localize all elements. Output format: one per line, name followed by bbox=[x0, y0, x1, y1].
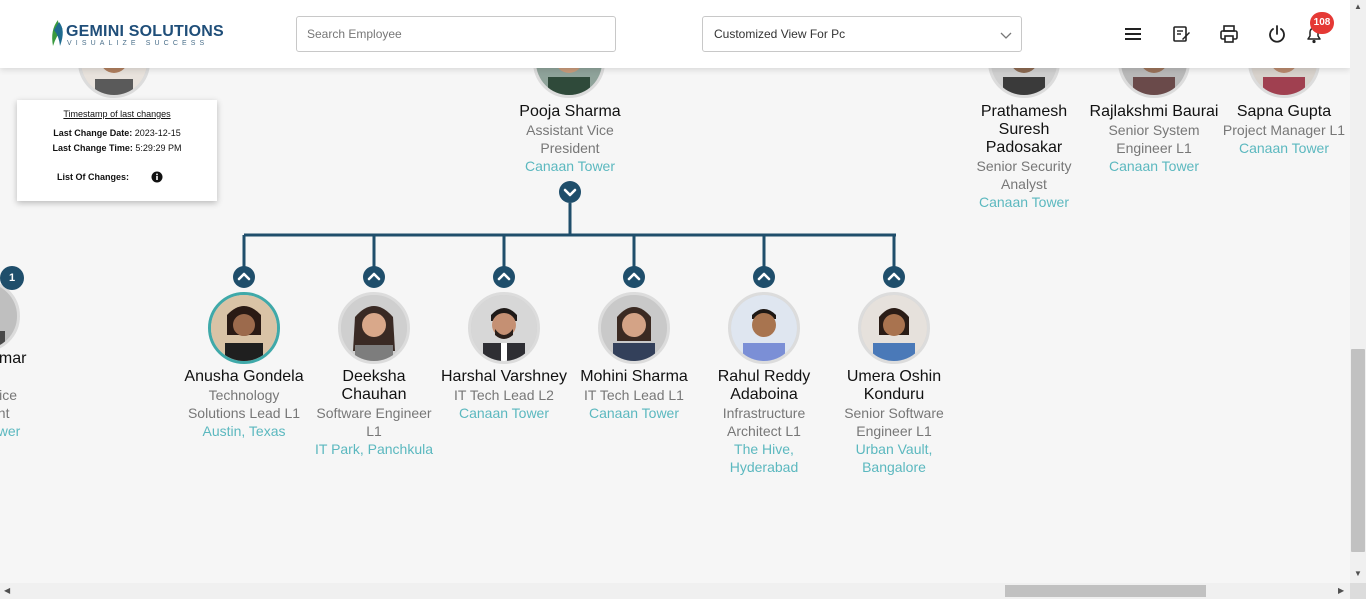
employee-location: The Hive, Hyderabad bbox=[729, 441, 799, 475]
employee-card[interactable]: Umera Oshin Konduru Senior Software Engi… bbox=[829, 368, 959, 476]
employee-name: Deeksha Chauhan bbox=[341, 368, 407, 403]
gemini-leaf-icon bbox=[52, 20, 63, 46]
avatar-deeksha-chauhan[interactable] bbox=[338, 292, 410, 364]
peer-role: Project Manager L1 bbox=[1222, 122, 1346, 138]
peer-name: Prathamesh Suresh Padosakar bbox=[980, 103, 1068, 156]
date-value: 2023-12-15 bbox=[134, 128, 181, 138]
edit-notes-icon[interactable] bbox=[1169, 22, 1193, 46]
expand-toggle-icon[interactable] bbox=[233, 266, 255, 288]
employee-location: Canaan Tower bbox=[458, 405, 550, 421]
expand-toggle-icon[interactable] bbox=[883, 266, 905, 288]
search-employee-input[interactable] bbox=[296, 16, 616, 52]
timestamp-panel: Timestamp of last changes Last Change Da… bbox=[17, 100, 217, 201]
peer-location: Canaan Tower bbox=[1238, 140, 1330, 156]
partial-name-2: ıt bbox=[0, 368, 26, 386]
employee-card[interactable]: Anusha Gondela Technology Solutions Lead… bbox=[179, 368, 309, 440]
employee-card[interactable]: Rahul Reddy Adaboina Infrastructure Arch… bbox=[699, 368, 829, 476]
peer-location: Canaan Tower bbox=[978, 194, 1070, 210]
app-header: GEMINI SOLUTIONS VISUALIZE SUCCESS Custo… bbox=[0, 0, 1350, 68]
horizontal-scroll-thumb[interactable] bbox=[1005, 585, 1206, 597]
partial-location: ower bbox=[0, 423, 21, 439]
menu-icon[interactable] bbox=[1121, 22, 1145, 46]
company-logo[interactable]: GEMINI SOLUTIONS VISUALIZE SUCCESS bbox=[47, 18, 224, 50]
avatar-anusha-gondela[interactable] bbox=[208, 292, 280, 364]
employee-role: Software Engineer L1 bbox=[316, 405, 432, 439]
chevron-down-icon bbox=[1000, 32, 1012, 39]
avatar-mohini-sharma[interactable] bbox=[598, 292, 670, 364]
employee-location: Urban Vault, Bangalore bbox=[855, 441, 933, 475]
employee-location: IT Park, Panchkula bbox=[314, 441, 434, 457]
employee-card[interactable]: Harshal Varshney IT Tech Lead L2 Canaan … bbox=[439, 368, 569, 422]
employee-role: Infrastructure Architect L1 bbox=[722, 405, 806, 439]
collapse-toggle-icon[interactable] bbox=[559, 181, 581, 203]
employee-role: Senior Software Engineer L1 bbox=[844, 405, 944, 439]
partial-name: umar bbox=[0, 350, 27, 367]
employee-card[interactable]: Deeksha Chauhan Software Engineer L1 IT … bbox=[309, 368, 439, 458]
power-icon[interactable] bbox=[1265, 22, 1289, 46]
manager-name: Pooja Sharma bbox=[519, 103, 621, 120]
logo-tagline: VISUALIZE SUCCESS bbox=[67, 40, 209, 47]
avatar-harshal-varshney[interactable] bbox=[468, 292, 540, 364]
employee-name: Rahul Reddy Adaboina bbox=[717, 368, 811, 403]
peer-card[interactable]: Sapna Gupta Project Manager L1 Canaan To… bbox=[1219, 103, 1349, 157]
employee-card[interactable]: Mohini Sharma IT Tech Lead L1 Canaan Tow… bbox=[569, 368, 699, 422]
expand-toggle-icon[interactable] bbox=[623, 266, 645, 288]
scroll-left-arrow-icon[interactable]: ◀ bbox=[4, 586, 10, 595]
info-icon[interactable] bbox=[151, 171, 163, 183]
view-select-value: Customized View For Pc bbox=[714, 27, 846, 41]
scroll-right-arrow-icon[interactable]: ▶ bbox=[1338, 586, 1344, 595]
employee-role: Technology Solutions Lead L1 bbox=[187, 387, 301, 421]
employee-name: Anusha Gondela bbox=[184, 368, 304, 385]
time-value: 5:29:29 PM bbox=[135, 143, 182, 153]
partial-role-2: ent bbox=[0, 405, 10, 421]
employee-name: Mohini Sharma bbox=[580, 368, 688, 385]
expand-toggle-icon[interactable] bbox=[363, 266, 385, 288]
manager-card[interactable]: Pooja Sharma Assistant Vice President Ca… bbox=[505, 103, 635, 175]
peer-name: Rajlakshmi Baurai bbox=[1089, 103, 1219, 120]
avatar-umera-oshin[interactable] bbox=[858, 292, 930, 364]
manager-role: Assistant Vice President bbox=[526, 122, 614, 156]
employee-location: Austin, Texas bbox=[202, 423, 286, 439]
date-label: Last Change Date: bbox=[53, 128, 133, 138]
list-of-changes-label: List Of Changes: bbox=[57, 172, 130, 182]
peer-card[interactable]: Prathamesh Suresh Padosakar Senior Secur… bbox=[959, 103, 1089, 211]
avatar-rahul-reddy[interactable] bbox=[728, 292, 800, 364]
org-chart-canvas[interactable]: Timestamp of last changes Last Change Da… bbox=[0, 0, 1350, 583]
partial-left-card[interactable]: umar ıt Vice ent ower bbox=[0, 350, 26, 440]
notification-badge[interactable]: 108 bbox=[1310, 12, 1334, 34]
peer-role: Senior Security Analyst bbox=[976, 158, 1072, 192]
last-change-time: Last Change Time: 5:29:29 PM bbox=[17, 143, 217, 153]
expand-toggle-icon[interactable] bbox=[493, 266, 515, 288]
time-label: Last Change Time: bbox=[52, 143, 133, 153]
scrollbar-corner bbox=[1350, 583, 1366, 599]
employee-role: IT Tech Lead L2 bbox=[454, 387, 554, 403]
partial-role: Vice bbox=[0, 387, 17, 403]
scroll-down-arrow-icon[interactable]: ▼ bbox=[1354, 569, 1362, 578]
last-change-date: Last Change Date: 2023-12-15 bbox=[17, 128, 217, 138]
scroll-up-arrow-icon[interactable]: ▲ bbox=[1354, 2, 1362, 11]
vertical-scroll-thumb[interactable] bbox=[1351, 349, 1365, 552]
view-select[interactable]: Customized View For Pc bbox=[702, 16, 1022, 52]
employee-name: Harshal Varshney bbox=[441, 368, 567, 385]
employee-location: Canaan Tower bbox=[588, 405, 680, 421]
employee-role: IT Tech Lead L1 bbox=[584, 387, 684, 403]
timestamp-title[interactable]: Timestamp of last changes bbox=[17, 109, 217, 119]
peer-location: Canaan Tower bbox=[1108, 158, 1200, 174]
expand-toggle-icon[interactable] bbox=[753, 266, 775, 288]
print-icon[interactable] bbox=[1217, 22, 1241, 46]
peer-name: Sapna Gupta bbox=[1236, 103, 1332, 120]
employee-name: Umera Oshin Konduru bbox=[846, 368, 942, 403]
manager-location: Canaan Tower bbox=[524, 158, 616, 174]
logo-name: GEMINI SOLUTIONS bbox=[66, 23, 224, 40]
peer-role: Senior System Engineer L1 bbox=[1108, 122, 1200, 156]
count-badge[interactable]: 1 bbox=[0, 266, 24, 290]
peer-card[interactable]: Rajlakshmi Baurai Senior System Engineer… bbox=[1089, 103, 1219, 175]
